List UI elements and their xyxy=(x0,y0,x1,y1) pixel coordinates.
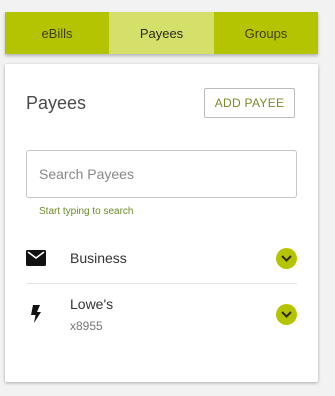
lightning-bolt-icon xyxy=(26,304,46,324)
payee-name: Lowe's xyxy=(70,295,114,312)
tab-ebills[interactable]: eBills xyxy=(5,12,109,54)
mail-icon xyxy=(26,248,46,268)
expand-button[interactable] xyxy=(276,303,297,325)
payee-text: Business xyxy=(70,250,276,266)
chevron-down-icon xyxy=(281,254,292,262)
list-item[interactable]: Lowe's x8955 xyxy=(26,283,297,344)
payee-name: Business xyxy=(70,250,127,266)
tab-payees[interactable]: Payees xyxy=(109,12,214,54)
search-input[interactable] xyxy=(27,151,296,197)
tab-groups[interactable]: Groups xyxy=(214,12,318,54)
chevron-down-icon xyxy=(281,310,292,318)
search-hint: Start typing to search xyxy=(39,206,134,217)
add-payee-button[interactable]: ADD PAYEE xyxy=(204,88,295,118)
list-item[interactable]: Business xyxy=(26,240,297,276)
payee-account: x8955 xyxy=(70,318,103,333)
payee-text: Lowe's x8955 xyxy=(70,296,276,333)
payees-card: Payees ADD PAYEE Start typing to search … xyxy=(5,64,318,382)
page-title: Payees xyxy=(26,93,87,113)
expand-button[interactable] xyxy=(276,247,297,269)
tab-bar: eBills Payees Groups xyxy=(5,12,318,54)
search-field xyxy=(26,150,297,198)
